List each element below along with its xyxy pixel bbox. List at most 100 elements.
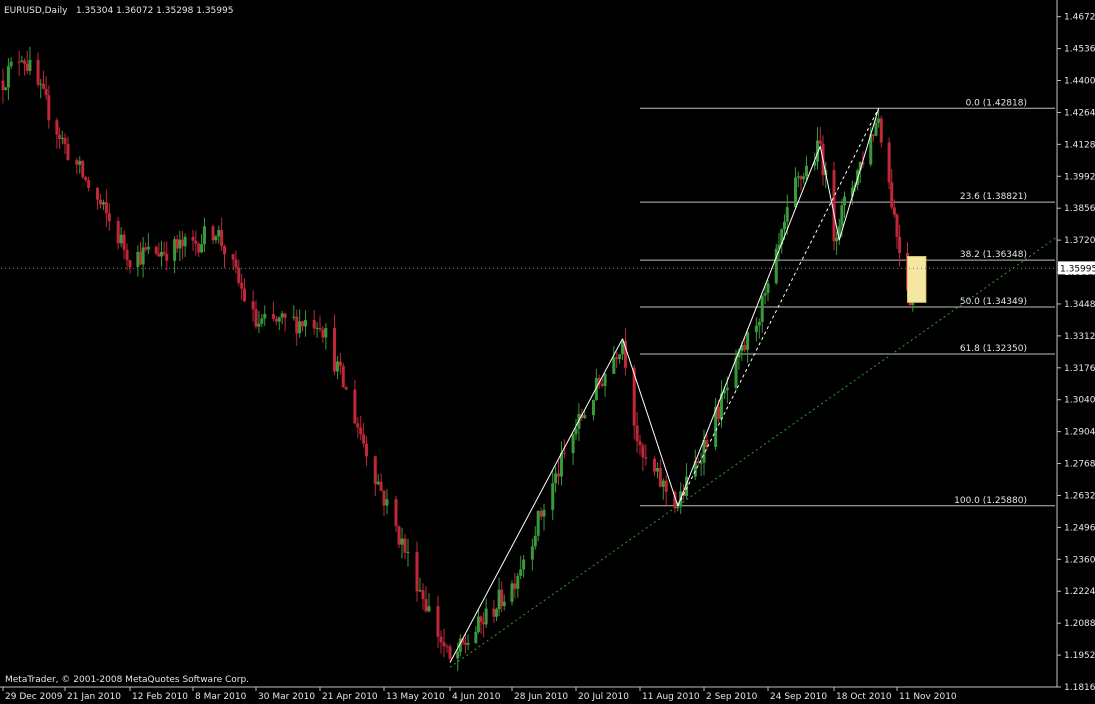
x-tick-label: 13 May 2010	[386, 692, 445, 702]
candle-body	[301, 321, 305, 327]
candle-body	[338, 361, 342, 366]
candle-body	[66, 143, 70, 161]
candle-body	[324, 328, 328, 338]
y-tick-label: 1.3312	[1064, 332, 1095, 342]
y-tick-label: 1.3720	[1064, 236, 1095, 246]
ohlc-readout: 1.35304 1.36072 1.35298 1.35995	[76, 6, 233, 16]
candle-body	[139, 251, 142, 265]
candle-body	[415, 551, 419, 592]
price-chart[interactable]: 1.4672 1.4536 1.4400 1.4264 1.4128 1.3992 1.38…	[0, 0, 1095, 704]
candle-body	[136, 251, 140, 268]
candle-body	[464, 642, 467, 645]
candle-body	[717, 406, 721, 420]
candle-body	[635, 425, 639, 442]
candle-body	[653, 458, 657, 472]
candle-body	[513, 583, 517, 589]
y-tick-label: 1.2088	[1064, 619, 1095, 629]
zigzag-line	[622, 338, 679, 506]
candle-body	[612, 357, 616, 374]
candle-body	[78, 160, 82, 165]
candle-body	[17, 61, 21, 63]
candle-body	[243, 288, 247, 302]
y-tick-label: 1.4672	[1064, 13, 1095, 23]
x-tick-label: 4 Jun 2010	[452, 692, 501, 702]
candle-body	[474, 632, 478, 643]
candle-body	[516, 575, 520, 589]
candle-body	[600, 383, 604, 387]
candle-body	[58, 134, 62, 140]
candle-body	[223, 246, 226, 255]
candle-body	[542, 509, 546, 517]
candle-body	[200, 244, 204, 253]
candle-body	[466, 642, 470, 645]
candle-body	[194, 240, 198, 244]
candle-body	[551, 483, 555, 510]
candle-body	[41, 83, 45, 89]
x-tick-label: 20 Jul 2010	[578, 692, 629, 702]
candle-body	[510, 583, 514, 602]
candle-body	[476, 616, 480, 633]
candle-body	[356, 423, 360, 428]
y-tick-label: 1.4400	[1064, 77, 1095, 87]
candle-body	[442, 642, 446, 647]
candle-body	[318, 327, 322, 330]
candle-body	[382, 490, 386, 506]
zigzag-line	[838, 108, 880, 241]
candle-body	[28, 59, 32, 71]
y-tick-label: 1.1816	[1064, 683, 1095, 693]
fib-level-label: 38.2 (1.36348)	[960, 250, 1027, 260]
y-tick-label: 1.3448	[1064, 300, 1095, 310]
x-tick-label: 21 Jan 2010	[67, 692, 121, 702]
x-tick-label: 12 Feb 2010	[132, 692, 188, 702]
candle-body	[818, 140, 822, 144]
y-tick-label: 1.2768	[1064, 460, 1095, 470]
candle-body	[312, 320, 316, 329]
y-tick-label: 1.3040	[1064, 396, 1095, 406]
candle-body	[175, 239, 179, 249]
candle-body	[479, 616, 483, 623]
candle-body	[344, 387, 348, 390]
candle-body	[47, 95, 51, 121]
fib-level-label: 23.6 (1.38821)	[960, 192, 1027, 202]
candle-body	[39, 83, 43, 85]
x-tick-label: 11 Nov 2010	[899, 692, 957, 702]
candle-body	[871, 134, 875, 136]
candle-body	[254, 309, 258, 327]
candle-body	[157, 253, 161, 257]
candle-body	[146, 246, 150, 250]
candle-body	[23, 60, 27, 64]
candle-body	[36, 59, 40, 85]
candle-body	[783, 221, 786, 230]
candle-body	[385, 499, 389, 506]
candle-body	[445, 646, 449, 648]
candle-body	[362, 434, 366, 444]
candle-body	[618, 354, 622, 360]
candle-body	[638, 441, 642, 446]
x-tick-label: 28 Jun 2010	[514, 692, 568, 702]
candle-body	[892, 207, 896, 215]
candle-body	[492, 608, 496, 617]
fib-level-label: 100.0 (1.25880)	[954, 496, 1027, 506]
candle-body	[1, 80, 5, 90]
zigzag-line	[449, 338, 623, 663]
candle-body	[796, 176, 800, 178]
copyright-text: MetaTrader, © 2001-2008 MetaQuotes Softw…	[5, 675, 249, 685]
candle-body	[890, 182, 894, 208]
candle-body	[591, 399, 595, 416]
candle-body	[379, 481, 383, 491]
y-tick-label: 1.1952	[1064, 651, 1095, 661]
price-zone-rectangle[interactable]	[907, 256, 927, 303]
candle-body	[211, 226, 215, 241]
candle-body	[292, 316, 296, 318]
candle-body	[202, 226, 206, 245]
candle-body	[898, 236, 902, 253]
candle-body	[144, 247, 148, 250]
x-tick-label: 2 Sep 2010	[706, 692, 758, 702]
candle-body	[240, 282, 244, 289]
candle-body	[574, 428, 578, 435]
candle-body	[353, 389, 357, 424]
candle-body	[397, 526, 401, 545]
candle-body	[125, 249, 129, 261]
candle-body	[502, 601, 506, 607]
candle-body	[421, 590, 425, 600]
